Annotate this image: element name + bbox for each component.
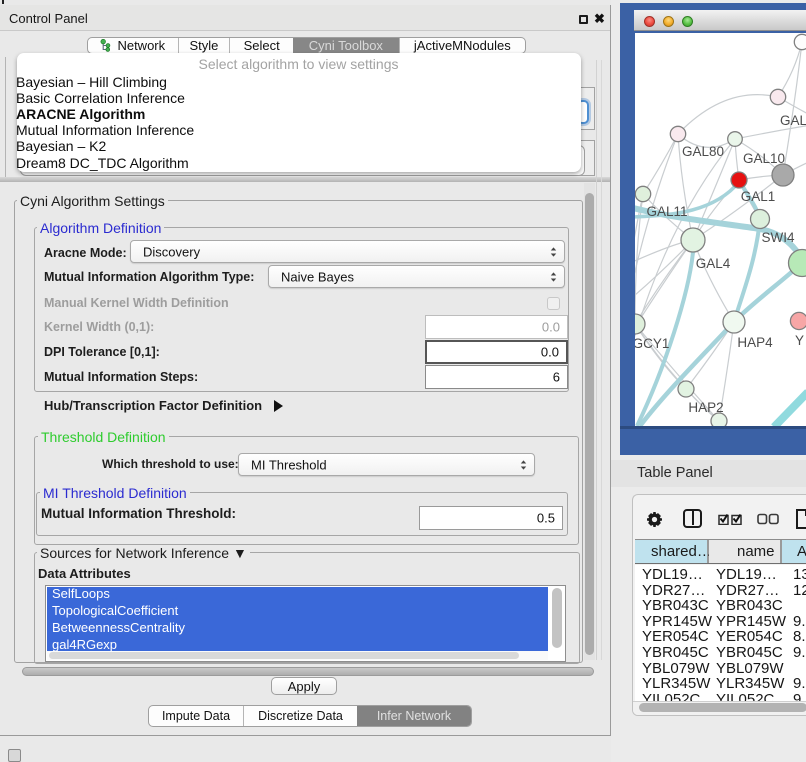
svg-text:HAP4: HAP4 bbox=[737, 335, 773, 350]
svg-text:SWI4: SWI4 bbox=[761, 230, 794, 245]
svg-text:GAL80: GAL80 bbox=[682, 144, 724, 159]
svg-text:HAP2: HAP2 bbox=[688, 400, 723, 415]
svg-text:GAL11: GAL11 bbox=[646, 204, 687, 219]
svg-text:GAL4: GAL4 bbox=[696, 256, 731, 271]
svg-text:GCY1: GCY1 bbox=[635, 336, 669, 351]
svg-text:Y: Y bbox=[795, 333, 804, 348]
svg-text:GAL1: GAL1 bbox=[741, 189, 776, 204]
svg-text:GAL: GAL bbox=[780, 113, 806, 128]
svg-text:GAL10: GAL10 bbox=[743, 151, 785, 166]
